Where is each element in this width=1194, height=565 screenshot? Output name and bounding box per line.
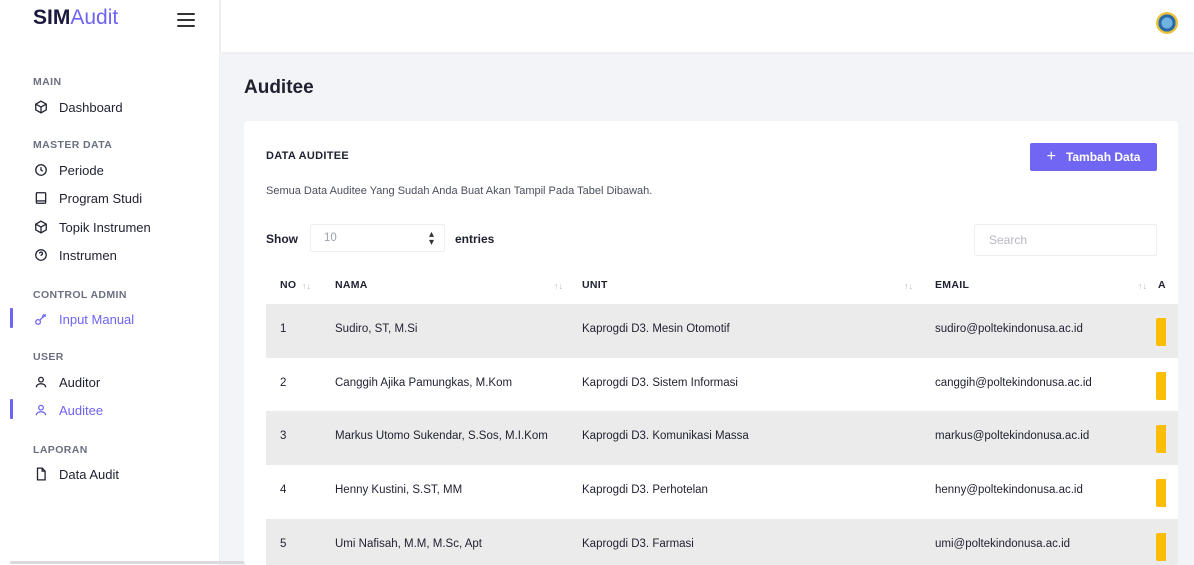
action-button[interactable]: [1156, 533, 1166, 561]
cube-icon: [33, 219, 49, 235]
cell-nama: Sudiro, ST, M.Si: [335, 323, 418, 335]
sidebar-item-data-audit[interactable]: Data Audit: [33, 463, 119, 485]
cell-no: 1: [280, 323, 287, 335]
column-header-email[interactable]: EMAIL: [935, 279, 969, 291]
cube-icon: [33, 99, 49, 115]
section-control-admin: CONTROL ADMIN: [33, 289, 127, 301]
sidebar-item-auditee[interactable]: Auditee: [33, 399, 103, 421]
section-user: USER: [33, 351, 64, 363]
active-indicator: [10, 399, 13, 419]
sidebar-item-dashboard[interactable]: Dashboard: [33, 96, 123, 118]
action-button[interactable]: [1156, 425, 1166, 453]
sidebar-item-label: Instrumen: [59, 247, 117, 263]
cell-email: canggih@poltekindonusa.ac.id: [935, 377, 1092, 389]
sidebar-item-program-studi[interactable]: Program Studi: [33, 187, 142, 209]
table-row: 3 Markus Utomo Sukendar, S.Sos, M.I.Kom …: [266, 411, 1178, 465]
sort-icon[interactable]: ↑↓: [302, 281, 311, 291]
card-description: Semua Data Auditee Yang Sudah Anda Buat …: [266, 185, 653, 197]
cell-email: sudiro@poltekindonusa.ac.id: [935, 323, 1083, 335]
cell-no: 5: [280, 538, 287, 550]
action-button[interactable]: [1156, 318, 1166, 346]
card-title: DATA AUDITEE: [266, 150, 350, 162]
sidebar-item-label: Input Manual: [59, 311, 135, 327]
table-row: 5 Umi Nafisah, M.M, M.Sc, Apt Kaprogdi D…: [266, 519, 1178, 565]
column-header-unit[interactable]: UNIT: [582, 279, 608, 291]
book-icon: [33, 190, 49, 206]
page-title: Auditee: [244, 77, 314, 98]
cell-unit: Kaprogdi D3. Farmasi: [582, 538, 694, 550]
sidebar-item-label: Topik Instrumen: [59, 219, 151, 235]
plus-icon: +: [1046, 148, 1056, 165]
cell-unit: Kaprogdi D3. Perhotelan: [582, 484, 708, 496]
sort-icon[interactable]: ↑↓: [554, 281, 563, 291]
table-row: 2 Canggih Ajika Pamungkas, M.Kom Kaprogd…: [266, 358, 1178, 412]
user-icon: [33, 374, 49, 390]
sidebar-item-auditor[interactable]: Auditor: [33, 371, 100, 393]
file-icon: [33, 466, 49, 482]
sidebar-item-input-manual[interactable]: Input Manual: [33, 308, 134, 330]
column-header-action[interactable]: A: [1158, 279, 1166, 291]
entries-select[interactable]: 10 ▴ ▾: [310, 224, 445, 252]
sidebar-item-label: Auditee: [59, 402, 104, 418]
brand-logo[interactable]: SIM Audit: [33, 2, 118, 34]
sidebar-item-periode[interactable]: Periode: [33, 159, 104, 181]
section-master-data: MASTER DATA: [33, 139, 113, 151]
cell-no: 4: [280, 484, 287, 496]
cell-email: markus@poltekindonusa.ac.id: [935, 430, 1090, 442]
cell-no: 2: [280, 377, 287, 389]
data-card: DATA AUDITEE + Tambah Data Semua Data Au…: [244, 121, 1178, 565]
sort-icon[interactable]: ↑↓: [1138, 281, 1147, 291]
table-row: 1 Sudiro, ST, M.Si Kaprogdi D3. Mesin Ot…: [266, 304, 1178, 358]
cell-nama: Henny Kustini, S.ST, MM: [335, 484, 463, 496]
cell-unit: Kaprogdi D3. Komunikasi Massa: [582, 430, 749, 442]
clock-icon: [33, 162, 49, 178]
cell-no: 3: [280, 430, 287, 442]
sidebar-item-label: Auditor: [59, 374, 101, 390]
add-data-label: Tambah Data: [1065, 150, 1141, 164]
help-circle-icon: [33, 247, 49, 263]
select-caret-icon: ▴ ▾: [428, 229, 434, 248]
brand-bold-text: SIM: [33, 6, 71, 29]
section-main: MAIN: [33, 76, 62, 88]
cell-nama: Umi Nafisah, M.M, M.Sc, Apt: [335, 538, 482, 550]
table-row: 4 Henny Kustini, S.ST, MM Kaprogdi D3. P…: [266, 465, 1178, 519]
topbar: [221, 0, 1194, 52]
cell-unit: Kaprogdi D3. Mesin Otomotif: [582, 323, 730, 335]
sidebar-item-label: Dashboard: [59, 99, 123, 115]
menu-toggle-icon[interactable]: [177, 13, 195, 27]
action-button[interactable]: [1156, 372, 1166, 400]
entries-label: entries: [455, 232, 495, 246]
add-data-button[interactable]: + Tambah Data: [1030, 143, 1157, 171]
cell-nama: Markus Utomo Sukendar, S.Sos, M.I.Kom: [335, 430, 548, 442]
sidebar-item-label: Data Audit: [59, 466, 119, 482]
sidebar: SIM Audit MAIN Dashboard MASTER DATA Peri…: [0, 0, 220, 565]
user-icon: [33, 402, 49, 418]
entries-value: 10: [324, 232, 337, 244]
show-label: Show: [266, 232, 298, 246]
sort-icon[interactable]: ↑↓: [904, 281, 913, 291]
sidebar-item-instrumen[interactable]: Instrumen: [33, 244, 117, 266]
action-button[interactable]: [1156, 479, 1166, 507]
cell-email: umi@poltekindonusa.ac.id: [935, 538, 1071, 550]
avatar[interactable]: [1156, 12, 1178, 34]
column-header-nama[interactable]: NAMA: [335, 279, 368, 291]
cell-nama: Canggih Ajika Pamungkas, M.Kom: [335, 377, 513, 389]
sidebar-item-label: Program Studi: [59, 190, 143, 206]
sidebar-item-topik-instrumen[interactable]: Topik Instrumen: [33, 216, 151, 238]
cell-unit: Kaprogdi D3. Sistem Informasi: [582, 377, 738, 389]
section-laporan: LAPORAN: [33, 444, 88, 456]
cell-email: henny@poltekindonusa.ac.id: [935, 484, 1083, 496]
active-indicator: [10, 308, 13, 328]
column-header-no[interactable]: NO: [280, 279, 296, 291]
sidebar-item-label: Periode: [59, 162, 104, 178]
key-icon: [33, 311, 49, 327]
brand-light-text: Audit: [70, 6, 119, 29]
search-input[interactable]: [974, 224, 1157, 256]
